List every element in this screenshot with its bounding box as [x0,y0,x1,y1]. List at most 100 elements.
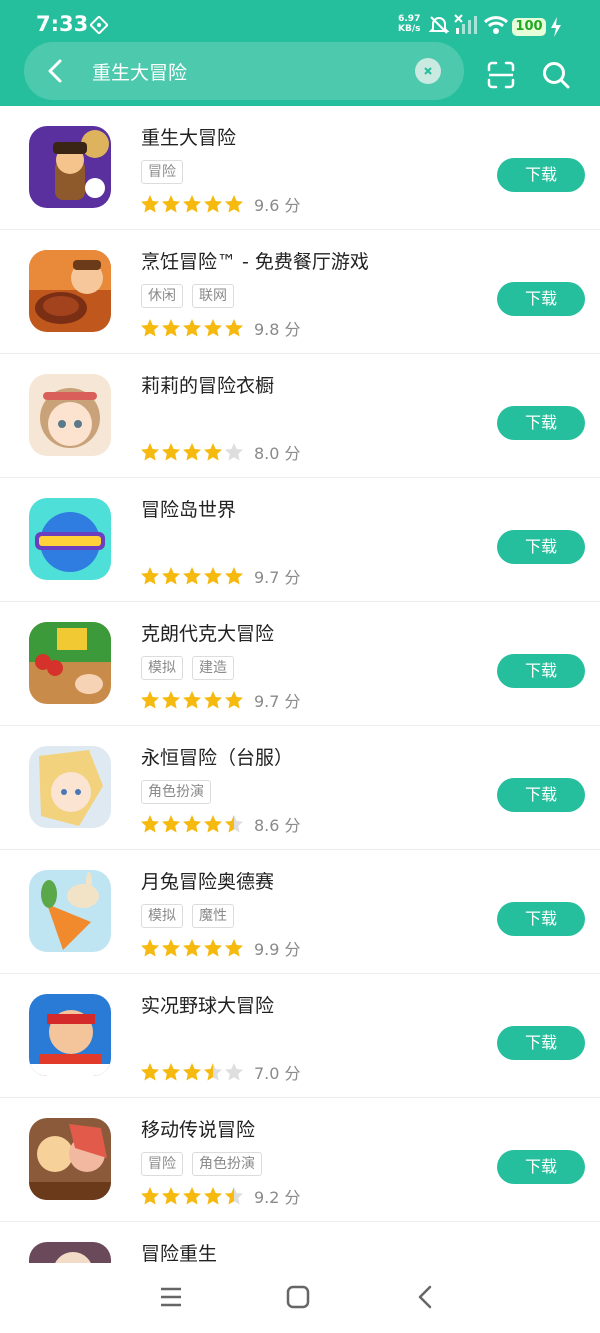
star-icon [204,1063,222,1081]
app-title[interactable]: 重生大冒险 [141,123,236,150]
app-icon[interactable] [29,1242,111,1263]
star-icon [141,691,159,709]
list-item[interactable]: 烹饪冒险™ - 免费餐厅游戏 休闲 联网 9.8 分 下载 [0,230,600,354]
star-icon [141,195,159,213]
star-icon [162,1063,180,1081]
app-title[interactable]: 月兔冒险奥德赛 [141,867,274,894]
star-icon [162,1187,180,1205]
app-tags: 模拟 魔性 [141,904,243,928]
tag: 冒险 [141,160,183,184]
app-icon[interactable] [29,250,111,332]
score: 7.0 分 [254,1064,301,1083]
rating: 9.7 分 [140,564,301,587]
app-title[interactable]: 克朗代克大冒险 [141,619,274,646]
score: 9.6 分 [254,196,301,215]
tag: 角色扮演 [141,780,211,804]
list-item[interactable]: 重生大冒险 冒险 9.6 分 下载 [0,106,600,230]
app-title[interactable]: 烹饪冒险™ - 免费餐厅游戏 [141,247,369,274]
app-icon[interactable] [29,994,111,1076]
app-icon[interactable] [29,498,111,580]
star-icon [162,939,180,957]
scan-icon[interactable] [486,60,516,90]
home-icon[interactable] [284,1283,312,1311]
list-item[interactable]: 冒险重生 [0,1222,600,1263]
search-results-list[interactable]: 重生大冒险 冒险 9.6 分 下载 烹饪冒险™ - 免费餐厅游戏 休闲 联网 9.… [0,106,600,1263]
star-icon [183,443,201,461]
star-icon [204,939,222,957]
app-title[interactable]: 永恒冒险（台服） [141,743,293,770]
app-icon[interactable] [29,1118,111,1200]
star-icon [141,567,159,585]
star-icon [141,939,159,957]
star-icon [162,443,180,461]
tag: 模拟 [141,656,183,680]
app-tags: 冒险 [141,160,192,184]
app-icon[interactable] [29,374,111,456]
star-icon [162,691,180,709]
tag: 魔性 [192,904,234,928]
app-title[interactable]: 冒险重生 [141,1239,217,1263]
signal-icon [454,14,477,34]
star-icon [141,1063,159,1081]
score: 9.7 分 [254,692,301,711]
search-icon[interactable] [541,60,571,90]
list-item[interactable]: 实况野球大冒险 7.0 分 下载 [0,974,600,1098]
header: 7:33 6.97 KB/s 100 [0,0,600,106]
download-button[interactable]: 下载 [497,406,585,440]
app-tags: 模拟 建造 [141,656,243,680]
tag: 模拟 [141,904,183,928]
star-icon [183,567,201,585]
net-speed: 6.97 KB/s [398,14,421,34]
star-icon [183,939,201,957]
download-button[interactable]: 下载 [497,778,585,812]
download-button[interactable]: 下载 [497,158,585,192]
star-icon [162,567,180,585]
list-item[interactable]: 莉莉的冒险衣橱 8.0 分 下载 [0,354,600,478]
vpn-icon [90,16,108,34]
list-item[interactable]: 月兔冒险奥德赛 模拟 魔性 9.9 分 下载 [0,850,600,974]
clear-button[interactable] [415,58,441,84]
list-item[interactable]: 永恒冒险（台服） 角色扮演 8.6 分 下载 [0,726,600,850]
star-icon [225,1063,243,1081]
search-input[interactable] [92,56,402,86]
tag: 角色扮演 [192,1152,262,1176]
rating: 8.6 分 [140,812,301,835]
wifi-icon [483,16,509,34]
app-icon[interactable] [29,870,111,952]
download-button[interactable]: 下载 [497,1026,585,1060]
download-button[interactable]: 下载 [497,530,585,564]
app-icon[interactable] [29,622,111,704]
clear-icon [424,67,432,75]
download-button[interactable]: 下载 [497,282,585,316]
download-button[interactable]: 下载 [497,902,585,936]
download-button[interactable]: 下载 [497,654,585,688]
star-icon [204,567,222,585]
back-arrow-icon[interactable] [40,56,70,86]
app-icon[interactable] [29,126,111,208]
list-item[interactable]: 冒险岛世界 9.7 分 下载 [0,478,600,602]
app-title[interactable]: 冒险岛世界 [141,495,236,522]
star-icon [204,691,222,709]
menu-icon[interactable] [157,1283,185,1311]
rating: 9.9 分 [140,936,301,959]
tag: 联网 [192,284,234,308]
app-title[interactable]: 移动传说冒险 [141,1115,255,1142]
download-button[interactable]: 下载 [497,1150,585,1184]
app-tags: 角色扮演 [141,780,220,804]
list-item[interactable]: 克朗代克大冒险 模拟 建造 9.7 分 下载 [0,602,600,726]
system-nav-bar [0,1263,600,1333]
app-icon[interactable] [29,746,111,828]
rating: 9.8 分 [140,316,301,339]
star-icon [162,319,180,337]
star-icon [183,1063,201,1081]
rating: 9.2 分 [140,1184,301,1207]
tag: 冒险 [141,1152,183,1176]
status-bar: 7:33 6.97 KB/s 100 [0,0,600,40]
list-item[interactable]: 移动传说冒险 冒险 角色扮演 9.2 分 下载 [0,1098,600,1222]
score: 9.8 分 [254,320,301,339]
back-icon[interactable] [412,1283,440,1311]
rating: 8.0 分 [140,440,301,463]
app-title[interactable]: 莉莉的冒险衣橱 [141,371,274,398]
app-title[interactable]: 实况野球大冒险 [141,991,274,1018]
star-icon [141,1187,159,1205]
